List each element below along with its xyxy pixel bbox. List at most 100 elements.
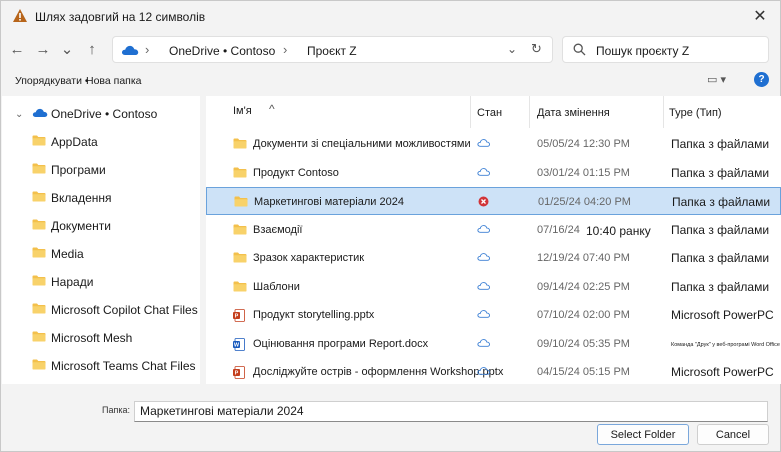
file-modified-date: 09/14/24 02:25 PM [537, 280, 630, 293]
organize-button[interactable]: Упорядкувати • [15, 75, 89, 87]
breadcrumb-separator: › [145, 42, 150, 57]
file-modified-date: 04/15/24 05:15 PM [537, 366, 630, 378]
up-arrow-icon: ↑ [88, 40, 96, 58]
file-row[interactable]: Продукт Contoso 03/01/24 01:15 PM Папка з … [206, 159, 781, 187]
file-type: Папка з файлами [671, 165, 770, 180]
sidebar-item-label: Програми [51, 163, 106, 177]
file-row[interactable]: Взаємодії 07/16/24 10:40 ранку Папка з файл… [206, 216, 781, 244]
folder-icon [233, 252, 247, 266]
svg-text:W: W [234, 342, 240, 348]
file-name: Продукт Contoso [253, 166, 339, 179]
chevron-down-icon[interactable]: ⌄ [15, 109, 23, 120]
column-divider[interactable] [529, 96, 530, 128]
sidebar-item-folder[interactable]: Microsoft Mesh [2, 326, 200, 350]
cloud-status-icon [477, 252, 490, 264]
search-box[interactable]: Пошук проєкту Z [562, 36, 769, 63]
file-row[interactable]: P Продукт storytelling.pptx 07/10/24 02:00… [206, 301, 781, 329]
file-type: Команда "Друк" у веб-програмі Word Offic… [671, 341, 780, 348]
title-bar: Шлях задовгий на 12 символів ✕ [1, 1, 780, 31]
dialog-footer: Папка: Маркетингові матеріали 2024 Selec… [1, 384, 780, 451]
back-button[interactable]: ← [6, 38, 28, 60]
sidebar-item-label: AppData [51, 135, 98, 149]
back-arrow-icon: ← [9, 40, 25, 58]
cloud-status-icon [477, 167, 490, 179]
file-type: Microsoft PowerPC [671, 308, 774, 322]
docx-icon: W [233, 337, 245, 354]
view-options-button[interactable]: ▭ ▾ [707, 73, 726, 86]
folder-icon [32, 219, 46, 233]
forward-arrow-icon: → [35, 40, 51, 58]
help-icon: ? [758, 74, 765, 85]
file-row[interactable]: P Досліджуйте острів - оформлення Worksho… [206, 358, 781, 384]
refresh-icon[interactable]: ↻ [531, 41, 542, 57]
sidebar-item-folder[interactable]: Наради [2, 270, 200, 294]
file-name: Досліджуйте острів - оформлення Workshop… [253, 366, 504, 378]
folder-name-input[interactable]: Маркетингові матеріали 2024 [134, 401, 768, 422]
file-name: Оцінювання програми Report.docx [253, 337, 429, 350]
svg-text:P: P [235, 371, 239, 377]
sidebar-item-label: Документи [51, 219, 111, 233]
breadcrumb-project-z[interactable]: Проєкт Z [307, 44, 357, 58]
folder-icon [234, 196, 248, 210]
file-type: Папка з файлами [671, 222, 770, 237]
cloud-status-icon [477, 338, 490, 350]
column-divider[interactable] [663, 96, 664, 128]
file-modified-date: 03/01/24 01:15 PM [537, 166, 630, 179]
recent-locations-button[interactable]: ⌄ [56, 38, 78, 60]
sidebar-item-folder[interactable]: Програми [2, 158, 200, 182]
select-folder-button[interactable]: Select Folder [597, 424, 689, 445]
svg-text:P: P [235, 314, 239, 320]
file-modified-date: 07/16/24 [537, 223, 580, 236]
onedrive-cloud-icon [121, 45, 139, 55]
sidebar-item-label: OneDrive • Contoso [51, 107, 158, 121]
window-title: Шлях задовгий на 12 символів [35, 10, 206, 24]
file-modified-date: 01/25/24 04:20 PM [538, 196, 631, 208]
sidebar-item-folder[interactable]: Вкладення [2, 186, 200, 210]
sidebar-item-folder[interactable]: AppData [2, 130, 200, 154]
file-dialog-window: Шлях задовгий на 12 символів ✕ ← → ⌄ ↑ ›… [0, 0, 781, 452]
close-button[interactable]: ✕ [745, 4, 775, 28]
new-folder-button[interactable]: Нова папка [86, 75, 142, 87]
file-row[interactable]: Шаблони 09/14/24 02:25 PM Папка з файлами [206, 273, 781, 301]
sidebar-item-folder[interactable]: Документи [2, 214, 200, 238]
cancel-button[interactable]: Cancel [697, 424, 769, 445]
pptx-icon: P [233, 366, 245, 382]
sidebar-item-folder[interactable]: Microsoft Teams Chat Files [2, 354, 200, 378]
file-row[interactable]: Маркетингові матеріали 2024 01/25/24 04:2… [206, 187, 781, 215]
help-button[interactable]: ? [754, 72, 769, 87]
chevron-down-icon: ⌄ [60, 41, 74, 58]
address-dropdown-icon[interactable]: ⌄ [507, 42, 517, 56]
file-list: Ім'я ^ Стан Дата змінення Type (Тип) Док… [206, 96, 781, 384]
folder-icon [233, 281, 247, 295]
file-modified-time: 10:40 ранку [586, 223, 651, 238]
cloud-status-icon [477, 224, 490, 236]
forward-button[interactable]: → [32, 38, 54, 60]
sidebar-item-onedrive[interactable]: ⌄ OneDrive • Contoso [2, 102, 200, 126]
breadcrumb-separator: › [283, 42, 288, 57]
sidebar-item-folder[interactable]: Microsoft Copilot Chat Files [2, 298, 200, 322]
warning-icon [13, 9, 27, 22]
address-bar[interactable]: › OneDrive • Contoso › Проєкт Z ⌄ ↻ [112, 36, 553, 63]
onedrive-cloud-icon [32, 108, 48, 117]
search-input[interactable]: Пошук проєкту Z [596, 44, 689, 58]
command-bar: Упорядкувати • Нова папка ▭ ▾ ? [1, 69, 780, 93]
up-button[interactable]: ↑ [81, 38, 103, 60]
file-row[interactable]: Зразок характеристик 12/19/24 07:40 PM Пап… [206, 244, 781, 272]
file-row[interactable]: W Оцінювання програми Report.docx 09/10/24… [206, 330, 781, 358]
sidebar-item-label: Media [51, 247, 84, 261]
sync-error-icon [478, 196, 489, 210]
folder-icon [32, 135, 46, 149]
file-modified-date: 09/10/24 05:35 PM [537, 337, 630, 350]
file-row[interactable]: Документи зі спеціальними можливостями 05… [206, 130, 781, 158]
sidebar-item-folder[interactable]: Media [2, 242, 200, 266]
folder-icon [32, 247, 46, 261]
sidebar-item-label: Microsoft Copilot Chat Files [51, 303, 198, 317]
file-type: Папка з файлами [671, 251, 770, 265]
file-modified-date: 05/05/24 12:30 PM [537, 138, 630, 150]
cloud-status-icon [477, 138, 490, 150]
cloud-status-icon [477, 309, 490, 321]
column-divider[interactable] [470, 96, 471, 128]
breadcrumb-onedrive[interactable]: OneDrive • Contoso [169, 44, 275, 58]
sidebar-item-label: Microsoft Teams Chat Files [51, 359, 196, 373]
folder-icon [32, 191, 46, 205]
